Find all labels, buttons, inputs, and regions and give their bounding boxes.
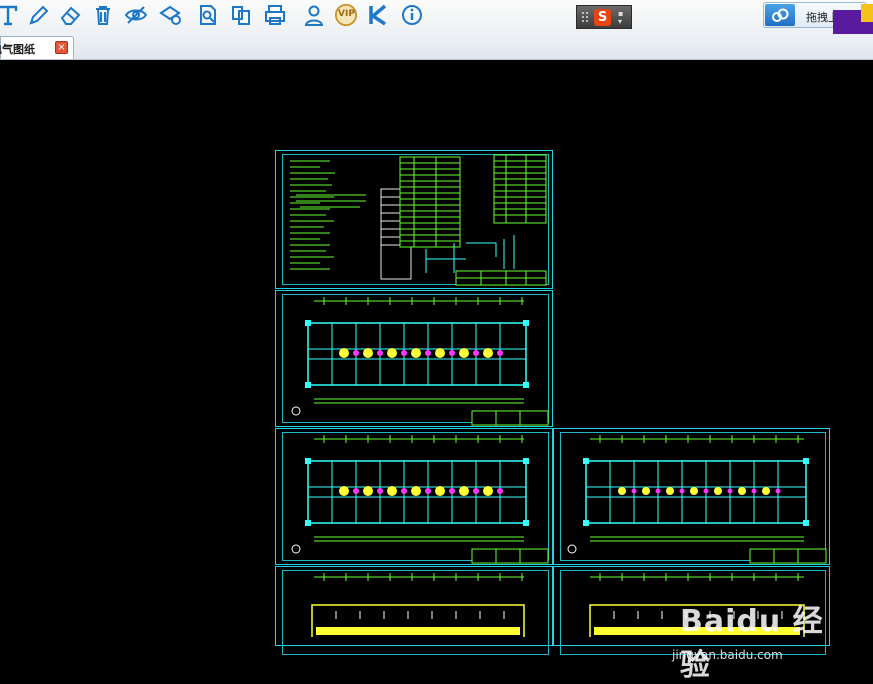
close-icon[interactable]: ×: [55, 41, 68, 54]
vip-icon[interactable]: VIP: [334, 3, 358, 27]
info-icon[interactable]: [400, 3, 424, 27]
text-icon[interactable]: [0, 3, 20, 27]
ime-menu-arrow-icon[interactable]: ▪ ▾: [618, 10, 623, 26]
watermark-text: Baidu 经验: [680, 604, 824, 683]
ad-banner-edge: [833, 4, 873, 34]
tab-bar: 电气图纸 ×: [0, 34, 873, 60]
user-icon[interactable]: [302, 3, 326, 27]
drawing-sheet-floor-plan-1[interactable]: [275, 290, 553, 427]
toolbar: VIP S ▪ ▾ 拖拽上传: [0, 0, 873, 34]
zoom-page-icon[interactable]: [196, 3, 220, 27]
drawing-sheet-floor-plan-3[interactable]: [553, 428, 830, 565]
ime-status-bar[interactable]: S ▪ ▾: [576, 5, 632, 29]
baidu-jingyan-watermark: Baidu 经验 jingyan.baidu.com: [668, 592, 828, 683]
copy-pages-icon[interactable]: [229, 3, 253, 27]
watermark-url: jingyan.baidu.com: [672, 648, 783, 662]
eye-hide-icon[interactable]: [124, 3, 148, 27]
floor-plan-graphics: [567, 435, 827, 564]
drawing-sheet-legend[interactable]: [275, 150, 553, 289]
floor-plan-graphics: [291, 297, 549, 426]
cloud-upload-icon: [765, 4, 795, 26]
drag-handle-icon[interactable]: [581, 11, 589, 24]
drawing-sheet-floor-plan-4[interactable]: [275, 566, 553, 655]
floor-plan-graphics: [291, 435, 549, 564]
pencil-icon[interactable]: [26, 3, 50, 27]
legend-sheet-graphics: [290, 154, 547, 286]
eraser-icon[interactable]: [58, 3, 82, 27]
tab-label: 电气图纸: [0, 43, 35, 56]
vip-label: VIP: [338, 9, 355, 19]
ime-logo: S: [594, 9, 611, 26]
layer-settings-icon[interactable]: [158, 3, 182, 27]
floor-plan-graphics: [311, 573, 525, 637]
trash-icon[interactable]: [91, 3, 115, 27]
k-logo-icon[interactable]: [366, 3, 390, 27]
drawing-canvas[interactable]: Baidu 经验 jingyan.baidu.com: [0, 60, 873, 683]
drawing-sheet-floor-plan-2[interactable]: [275, 428, 553, 565]
tab-electrical-drawing[interactable]: 电气图纸 ×: [0, 36, 74, 59]
print-icon[interactable]: [263, 3, 287, 27]
